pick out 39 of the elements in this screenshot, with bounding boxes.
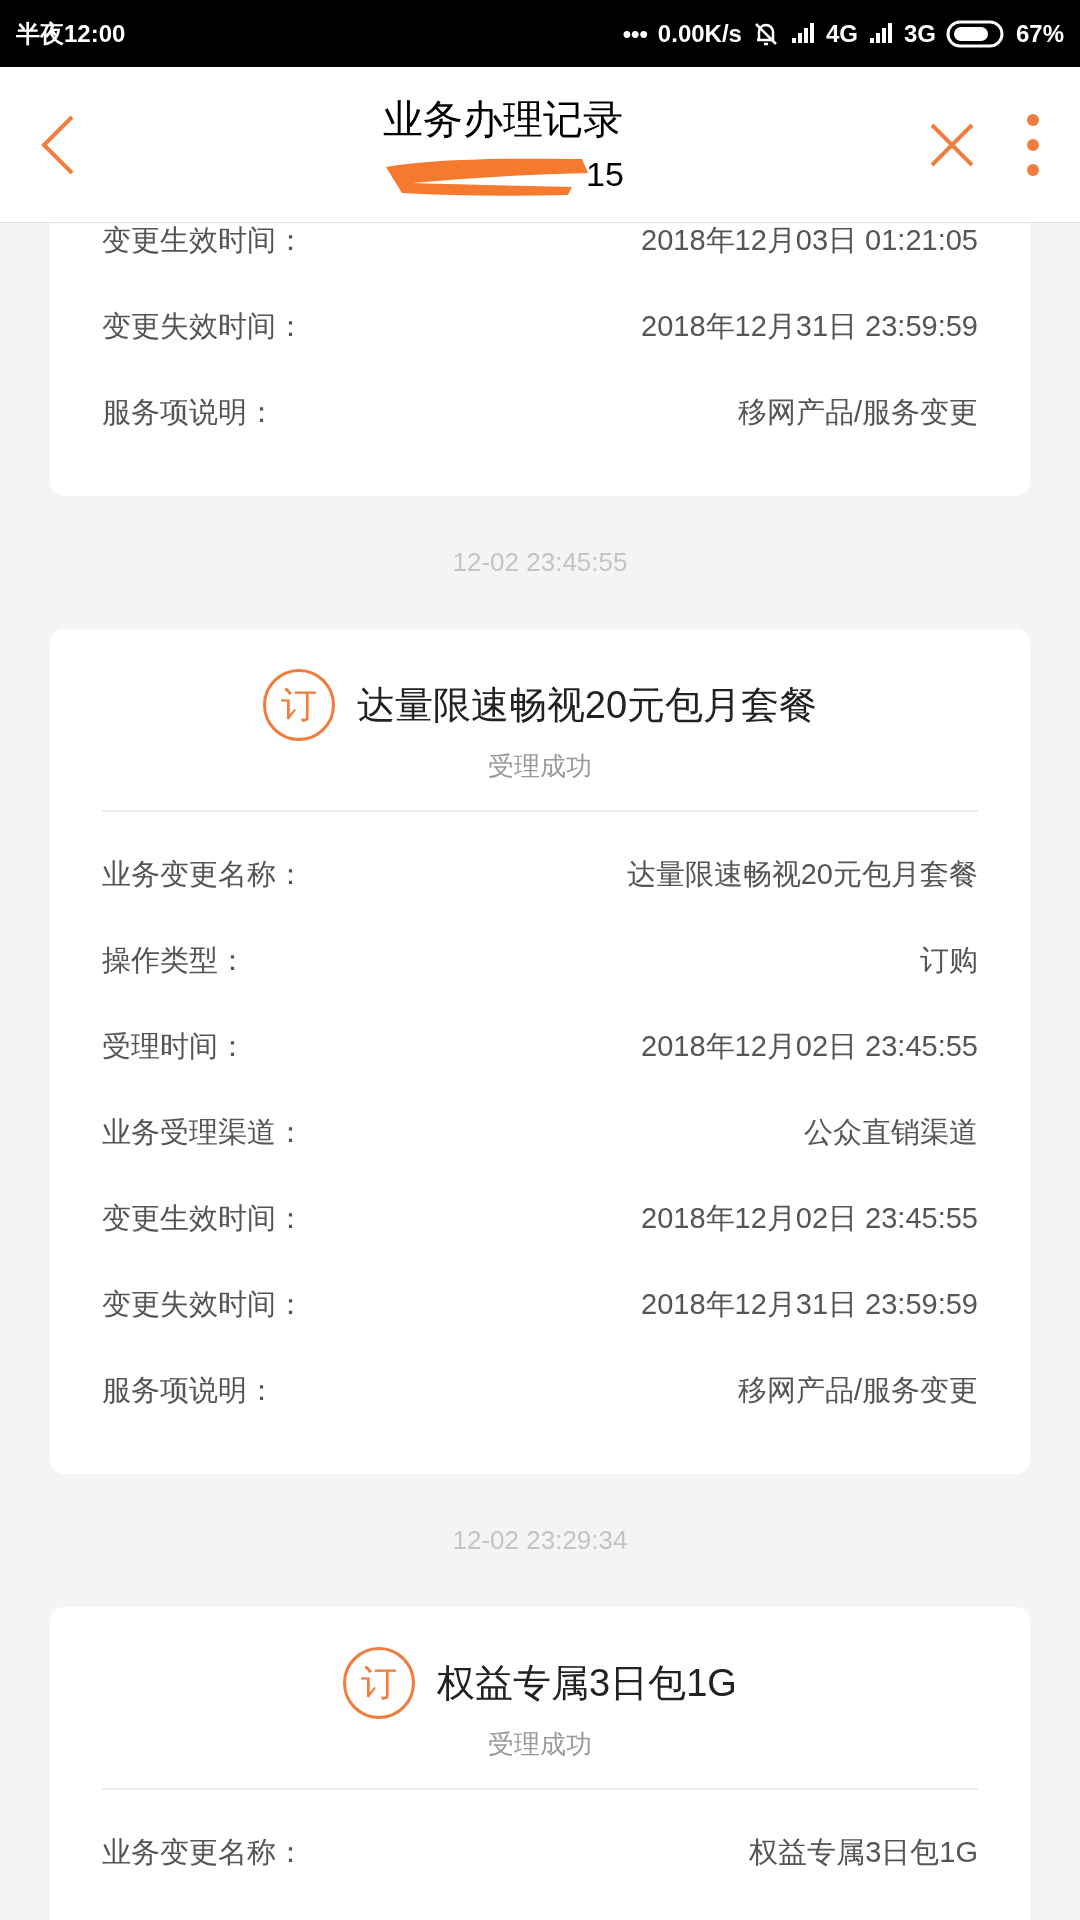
field-value: 权益专属3日包1G <box>749 1835 978 1871</box>
field-label: 变更失效时间： <box>102 1287 305 1323</box>
record-title: 达量限速畅视20元包月套餐 <box>356 682 818 728</box>
field-value: 达量限速畅视20元包月套餐 <box>626 857 978 893</box>
record-status: 受理成功 <box>488 750 592 783</box>
field-value: 移网产品/服务变更 <box>737 1373 978 1409</box>
field-label: 变更生效时间： <box>102 1201 305 1237</box>
field-label: 业务变更名称： <box>102 1835 305 1871</box>
field-label: 服务项说明： <box>102 395 276 431</box>
field-label: 操作类型： <box>102 943 247 979</box>
field-value: 2018年12月03日 01:21:05 <box>641 223 978 259</box>
more-icon[interactable] <box>1026 112 1040 177</box>
field-label: 变更生效时间： <box>102 223 305 259</box>
battery-icon <box>945 19 1006 48</box>
field-value: 订购 <box>920 943 978 979</box>
page-title: 业务办理记录 <box>383 96 623 143</box>
record-status: 受理成功 <box>488 1728 592 1761</box>
clock: 半夜12:00 <box>16 18 126 49</box>
more-dots: ••• <box>622 18 648 49</box>
field-label: 业务受理渠道： <box>102 1115 305 1151</box>
field-label: 受理时间： <box>102 1029 247 1065</box>
record-title: 权益专属3日包1G <box>437 1660 737 1706</box>
field-value: 2018年12月02日 23:45:55 <box>641 1201 978 1237</box>
field-label: 变更失效时间： <box>102 309 305 345</box>
phone-number: 15 <box>586 154 624 195</box>
network-speed: 0.00K/s <box>657 18 742 49</box>
field-value: 2018年12月02日 23:45:55 <box>641 1029 978 1065</box>
field-value: 2018年12月31日 23:59:59 <box>641 309 978 345</box>
order-badge-icon: 订 <box>262 669 335 741</box>
field-label: 服务项说明： <box>102 1373 276 1409</box>
battery-percent: 67% <box>1015 18 1064 49</box>
order-badge-icon: 订 <box>343 1647 416 1719</box>
close-icon[interactable] <box>930 122 974 167</box>
field-value: 公众直销渠道 <box>804 1115 978 1151</box>
network-type: 4G <box>825 18 858 49</box>
field-value: 2018年12月31日 23:59:59 <box>641 1287 978 1323</box>
field-label: 业务变更名称： <box>102 857 305 893</box>
field-value: 移网产品/服务变更 <box>737 395 978 431</box>
network-type: 3G <box>903 18 936 49</box>
